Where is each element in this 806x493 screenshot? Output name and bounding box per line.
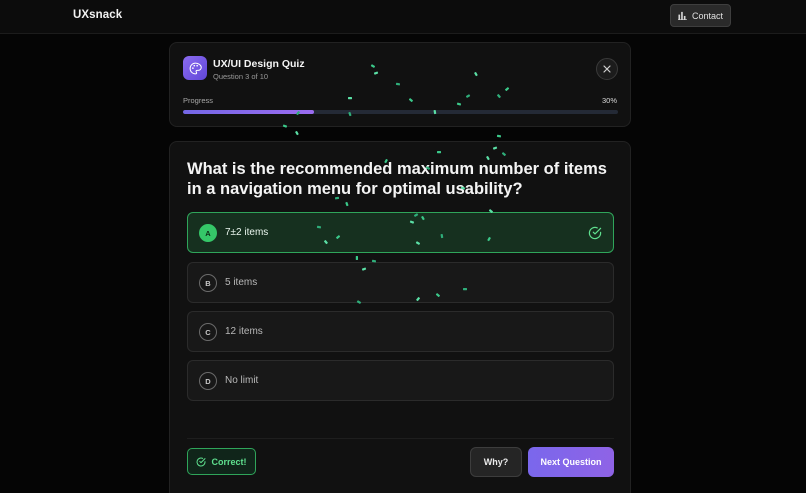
top-nav-bar: UXsnack Contact [0,0,806,34]
answer-option-b[interactable]: B 5 items [187,262,614,303]
question-card: What is the recommended maximum number o… [169,141,631,493]
contact-button[interactable]: Contact [670,4,731,27]
option-letter-badge: A [199,224,217,242]
answer-option-a[interactable]: A 7±2 items [187,212,614,253]
option-label: No limit [225,375,259,386]
next-question-button[interactable]: Next Question [528,447,614,477]
answer-option-d[interactable]: D No limit [187,360,614,401]
close-quiz-button[interactable] [596,58,618,80]
confetti-piece [496,134,502,138]
progress-percent: 30% [601,96,617,105]
question-text: What is the recommended maximum number o… [187,160,607,198]
correct-feedback-badge: Correct! [187,448,256,475]
option-label: 12 items [225,326,263,337]
progress-bar [183,110,618,114]
option-label: 7±2 items [225,227,269,238]
option-letter-badge: B [199,274,217,292]
bar-chart-icon [677,11,687,20]
confetti-piece [295,130,299,136]
check-circle-icon [588,226,602,240]
quiz-header-card: UX/UI Design Quiz Question 3 of 10 Progr… [169,42,631,127]
feedback-label: Correct! [211,456,247,467]
option-label: 5 items [225,277,258,288]
check-circle-icon [196,457,206,466]
question-counter: Question 3 of 10 [213,72,269,81]
close-icon [603,65,611,73]
palette-icon [183,56,207,80]
quiz-title: UX/UI Design Quiz [213,58,305,70]
why-button[interactable]: Why? [470,447,522,477]
contact-label: Contact [691,10,724,21]
brand-logo[interactable]: UXsnack [73,9,122,21]
answer-option-c[interactable]: C 12 items [187,311,614,352]
option-letter-badge: C [199,323,217,341]
progress-bar-fill [183,110,314,114]
option-letter-badge: D [199,372,217,390]
footer-divider [187,438,614,439]
progress-label: Progress [183,96,214,105]
